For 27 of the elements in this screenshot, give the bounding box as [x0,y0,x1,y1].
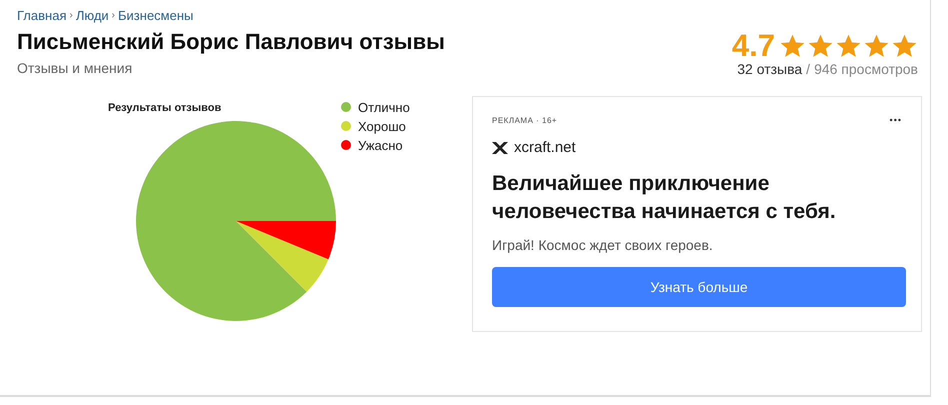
star-icon [891,32,918,58]
page-subtitle: Отзывы и мнения [17,60,134,76]
legend-label: Ужасно [358,138,403,153]
ad-headline: Величайшее приключение человечества начинается с тебя. [492,171,837,225]
ad-domain: xcraft.net [514,139,576,156]
count-separator: / [806,61,810,77]
breadcrumb-separator: › [69,10,73,21]
star-icon [863,32,890,58]
breadcrumb-link[interactable]: Люди [76,8,109,23]
chart-title: Результаты отзывов [108,102,222,114]
logo-icon [492,142,508,154]
view-count: 946 просмотров [814,61,918,77]
breadcrumb-link[interactable]: Главная [17,8,66,23]
legend-label: Отлично [358,100,410,115]
legend-label: Хорошо [358,119,406,134]
page-title: Письменский Борис Павлович отзывы [17,29,445,55]
star-icon [779,32,806,58]
ad-text: Играй! Космос ждет своих героев. [492,237,714,253]
ad-label: РЕКЛАМА · 16+ [492,116,558,124]
rating-value: 4.7 [732,30,775,61]
breadcrumb-link[interactable]: Бизнесмены [118,8,194,23]
learn-more-button[interactable]: Узнать больше [492,267,906,307]
review-count: 32 отзыва [737,61,802,77]
star-icon [835,32,862,58]
breadcrumb-separator: › [112,10,116,21]
more-menu[interactable]: ••• [890,115,902,125]
star-icon [807,32,834,58]
